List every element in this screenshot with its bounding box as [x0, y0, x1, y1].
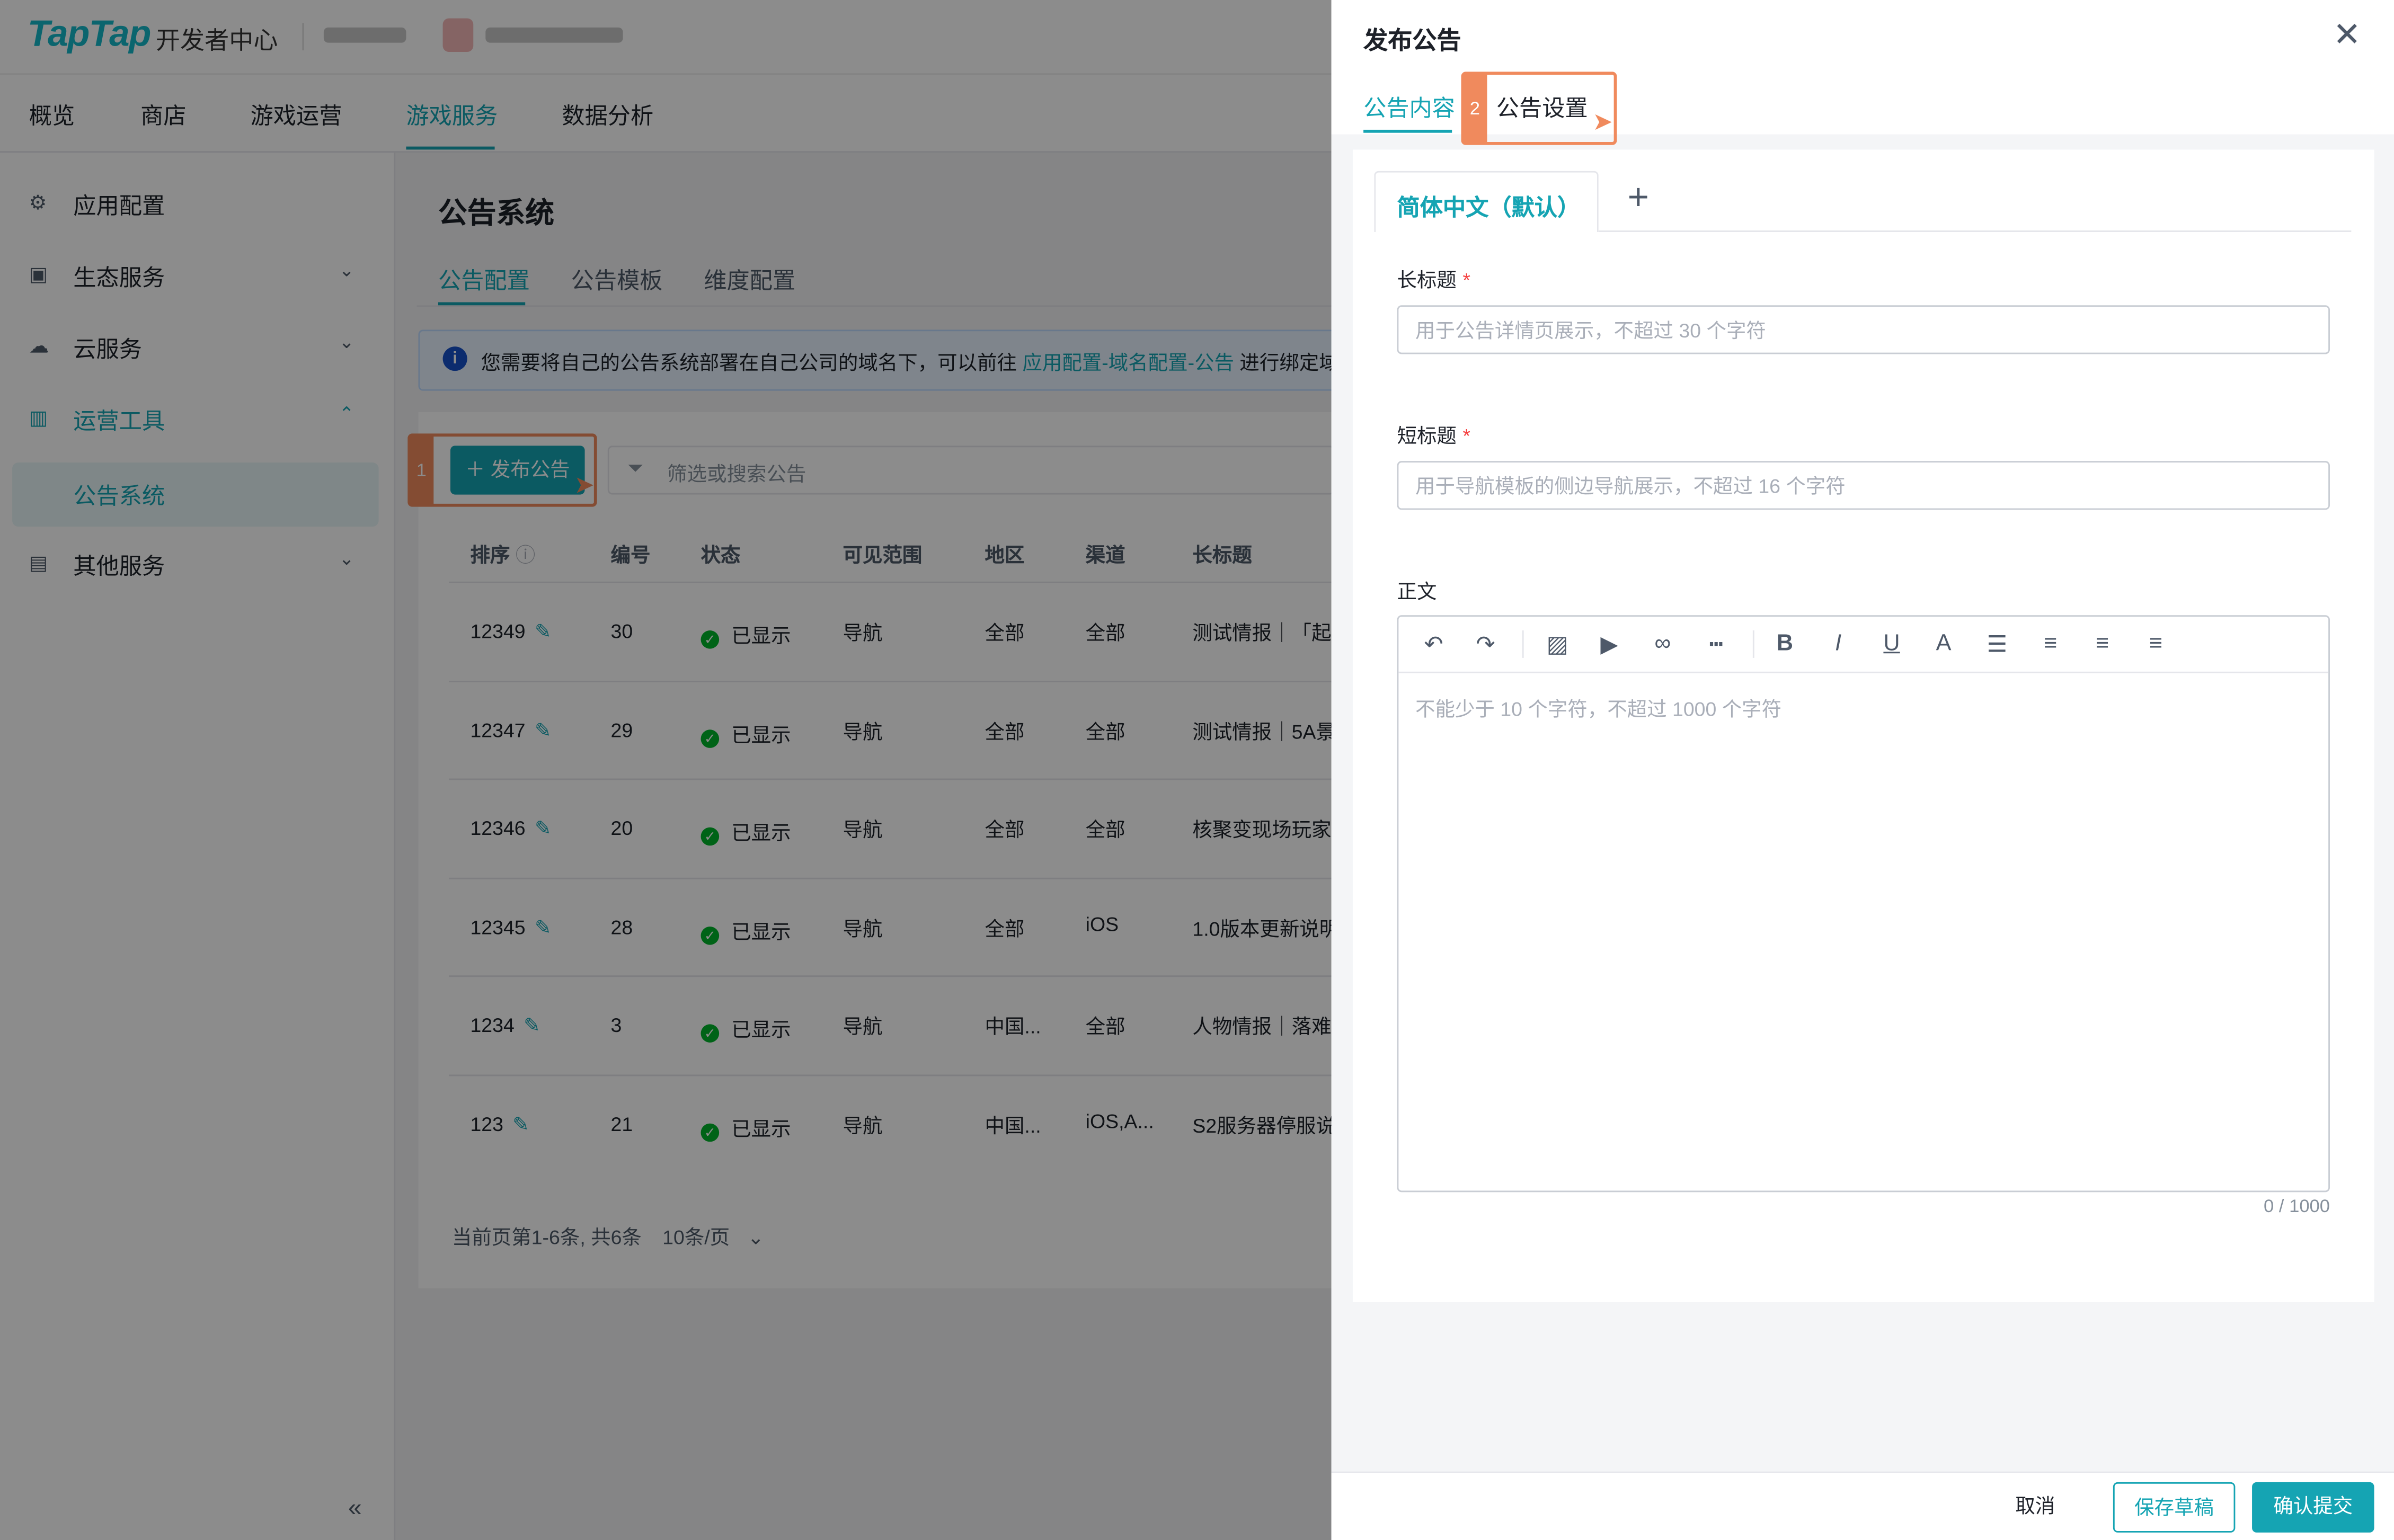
- lang-tab-label: 简体中文（默认）: [1397, 195, 1581, 221]
- tab-lang-zh-default[interactable]: 简体中文（默认）: [1374, 171, 1599, 232]
- tab-announcement-content[interactable]: 公告内容: [1363, 92, 1455, 124]
- align-right-icon[interactable]: ≡: [2141, 630, 2171, 656]
- toolbar-divider: [1522, 630, 1524, 658]
- rich-text-editor[interactable]: ↶ ↷ ▨ ▶ ∞ ┅ B I U A ☰ ≡ ≡ ≡ 不能少于 10 个字符，…: [1397, 615, 2330, 1192]
- editor-toolbar: ↶ ↷ ▨ ▶ ∞ ┅ B I U A ☰ ≡ ≡ ≡: [1398, 617, 2329, 673]
- add-language-icon[interactable]: +: [1628, 177, 1649, 220]
- char-counter: 0 / 1000: [2264, 1195, 2330, 1217]
- short-title-label-text: 短标题: [1397, 424, 1457, 448]
- lang-tabs-divider: [1598, 230, 2352, 232]
- editor-placeholder: 不能少于 10 个字符，不超过 1000 个字符: [1415, 697, 1782, 721]
- save-draft-button[interactable]: 保存草稿: [2113, 1482, 2236, 1533]
- redo-icon[interactable]: ↷: [1470, 630, 1501, 658]
- underline-icon[interactable]: U: [1876, 630, 1907, 656]
- divider-line-icon[interactable]: ┅: [1701, 630, 1732, 658]
- step2-badge: 2: [1462, 73, 1487, 144]
- align-left-icon[interactable]: ≡: [2035, 630, 2066, 656]
- cursor-pointer-icon: ➤: [1592, 110, 1613, 136]
- italic-icon[interactable]: I: [1823, 630, 1854, 656]
- align-center-icon[interactable]: ≡: [2087, 630, 2118, 656]
- short-title-label: 短标题 *: [1397, 420, 1470, 449]
- tab-announcement-settings[interactable]: 公告设置: [1496, 92, 1588, 124]
- close-icon[interactable]: ✕: [2333, 15, 2361, 55]
- toolbar-divider: [1752, 630, 1754, 658]
- video-icon[interactable]: ▶: [1594, 630, 1625, 658]
- image-icon[interactable]: ▨: [1542, 630, 1573, 658]
- short-title-input[interactable]: [1397, 461, 2330, 510]
- submit-button[interactable]: 确认提交: [2252, 1482, 2374, 1533]
- long-title-label: 长标题 *: [1397, 264, 1470, 293]
- font-color-icon[interactable]: A: [1928, 630, 1959, 656]
- long-title-input[interactable]: [1397, 305, 2330, 354]
- drawer-title: 发布公告: [1363, 29, 1461, 55]
- cancel-button[interactable]: 取消: [1997, 1482, 2073, 1533]
- bullet-list-icon[interactable]: ☰: [1982, 630, 2012, 658]
- link-icon[interactable]: ∞: [1647, 630, 1678, 656]
- undo-icon[interactable]: ↶: [1418, 630, 1449, 658]
- required-mark: *: [1462, 424, 1471, 448]
- body-label: 正文: [1397, 580, 1437, 603]
- modal-overlay[interactable]: [0, 0, 1332, 1540]
- drawer-tab-underline: [1363, 129, 1452, 133]
- bold-icon[interactable]: B: [1770, 630, 1801, 656]
- required-mark: *: [1462, 269, 1471, 292]
- long-title-label-text: 长标题: [1397, 269, 1457, 292]
